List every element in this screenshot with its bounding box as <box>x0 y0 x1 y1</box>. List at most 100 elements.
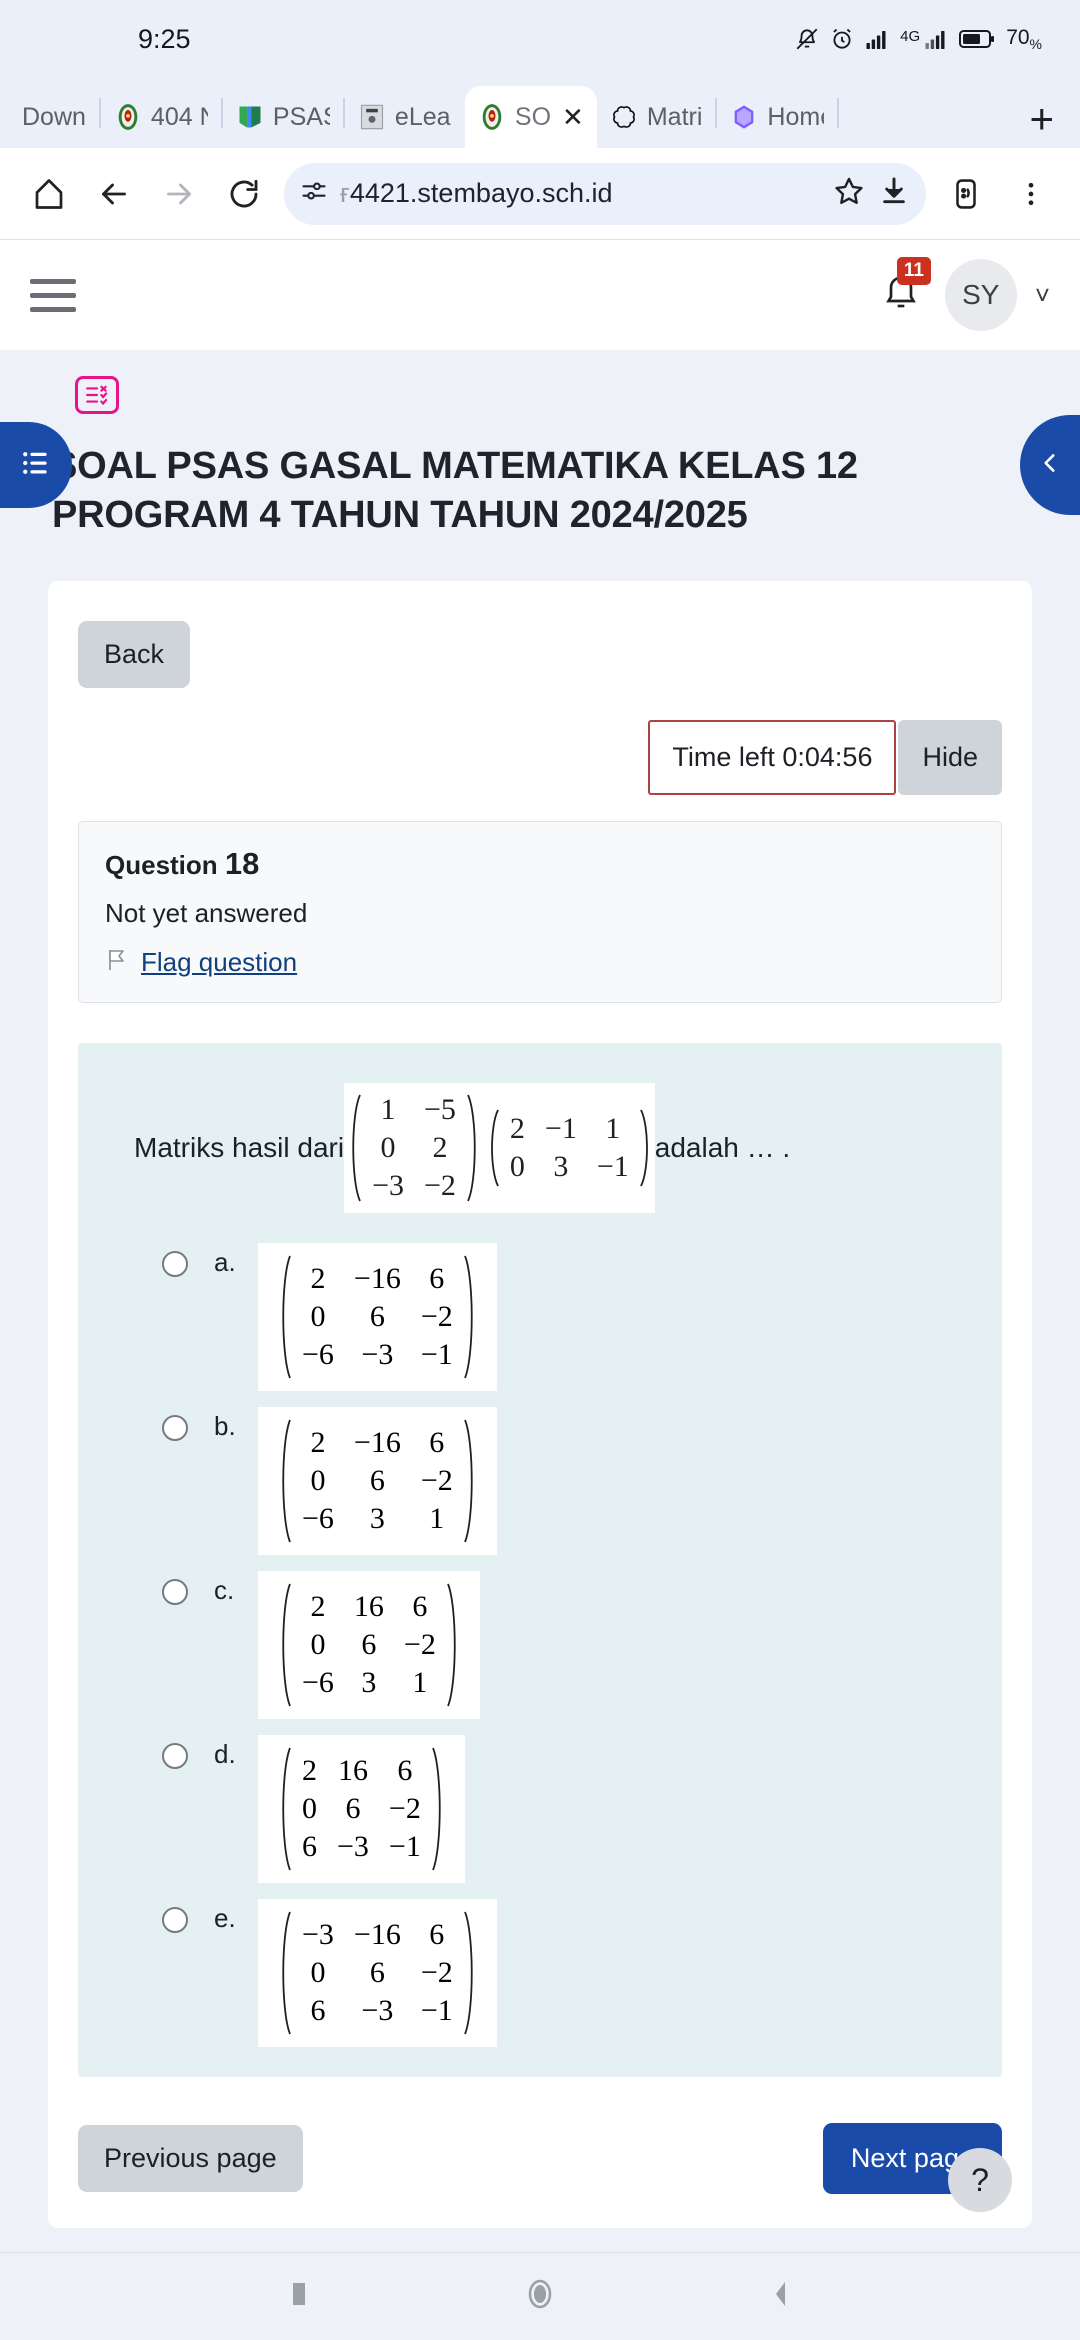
overflow-menu-icon[interactable] <box>1000 163 1062 225</box>
address-bar[interactable]: ғ4421.stembayo.sch.id <box>284 162 926 225</box>
option-letter: a. <box>214 1247 236 1278</box>
paren-right <box>463 1253 481 1381</box>
browser-tab-5[interactable]: Matri <box>597 86 716 148</box>
option-matrix: 2 −16 6 0 6 −2 −6 3 1 <box>258 1407 497 1556</box>
flag-question-row[interactable]: Flag question <box>105 947 975 978</box>
matrix-b: 2 −1 1 0 3 −1 <box>484 1108 655 1188</box>
new-tab-button[interactable]: + <box>1011 98 1076 148</box>
tab-label: 404 N <box>150 102 208 131</box>
close-tab-icon[interactable]: ✕ <box>560 104 584 130</box>
flag-question-link[interactable]: Flag question <box>141 947 297 978</box>
answer-option-b[interactable]: b. 2 −16 6 0 6 −2 −6 3 1 <box>100 1407 980 1556</box>
alarm-icon <box>829 26 855 52</box>
radio-button[interactable] <box>162 1251 188 1278</box>
bell-icon <box>881 276 921 317</box>
browser-tab-6[interactable]: Home <box>717 86 837 148</box>
matrix-cell: 0 <box>380 1131 396 1165</box>
browser-toolbar: ғ4421.stembayo.sch.id <box>0 148 1080 240</box>
option-letter: e. <box>214 1903 236 1934</box>
reader-mode-icon[interactable] <box>935 163 997 225</box>
school-crest-icon <box>478 103 506 131</box>
matrix-cell: 3 <box>553 1150 569 1184</box>
matrix-cell: 2 <box>310 1590 326 1624</box>
quiz-nav-row: Previous page Next page <box>78 2123 1002 2195</box>
answer-option-e[interactable]: e. −3 −16 6 0 6 −2 6 −3 −1 <box>100 1899 980 2048</box>
paren-left <box>484 1108 500 1188</box>
matrix-cell: 0 <box>310 1628 326 1662</box>
previous-page-button[interactable]: Previous page <box>78 2125 303 2193</box>
matrix-cell: 2 <box>432 1131 448 1165</box>
triangle-back-icon[interactable] <box>768 2277 794 2316</box>
nav-drawer-toggle-icon[interactable] <box>30 278 76 312</box>
matrix-cell: −3 <box>361 1994 394 2028</box>
status-clock: 9:25 <box>138 23 191 54</box>
back-icon[interactable] <box>83 163 145 225</box>
bookmark-star-icon[interactable] <box>832 174 866 213</box>
browser-tab-strip[interactable]: Down 404 N PSAS eLear SO <box>0 78 1080 148</box>
browser-tab-3[interactable]: eLear <box>345 86 465 148</box>
reload-icon[interactable] <box>213 163 275 225</box>
page-title: SOAL PSAS GASAL MATEMATIKA KELAS 12 PROG… <box>52 445 858 536</box>
matrix-grid: 2 16 6 0 6 −2 −6 3 1 <box>292 1588 446 1702</box>
radio-button[interactable] <box>162 1415 188 1442</box>
help-button[interactable]: ? <box>948 2148 1012 2212</box>
elearning-icon <box>358 103 386 131</box>
home-icon[interactable] <box>18 163 80 225</box>
matrix-cell: −1 <box>420 1338 453 1372</box>
browser-tab-1[interactable]: 404 N <box>101 86 221 148</box>
matrix-cell: 1 <box>380 1093 396 1127</box>
matrix-cell: −2 <box>420 1300 453 1334</box>
option-matrix: 2 16 6 0 6 −2 −6 3 1 <box>258 1571 480 1720</box>
tab-label: PSAS <box>272 102 330 131</box>
paren-left <box>274 1581 292 1709</box>
matrix-cell: −5 <box>423 1093 456 1127</box>
matrix-cell: 6 <box>412 1590 428 1624</box>
navbar-right-cluster: 11 SY ˅ <box>881 257 1050 331</box>
matrix-a: 1 −5 0 2 −3 −2 <box>344 1091 484 1205</box>
matrix-cell: 6 <box>345 1792 361 1826</box>
radio-button[interactable] <box>162 1743 188 1770</box>
quiz-timer-row: Time left 0:04:56 Hide <box>78 720 1002 796</box>
browser-tab-4-active[interactable]: SO ✕ <box>464 86 597 148</box>
browser-tab-0[interactable]: Down <box>4 86 99 148</box>
matrix-cell: 0 <box>509 1150 525 1184</box>
paren-right <box>639 1108 655 1188</box>
matrix-cell: 1 <box>429 1502 445 1536</box>
chevron-down-icon[interactable]: ˅ <box>1035 280 1050 311</box>
forward-icon[interactable] <box>148 163 210 225</box>
option-matrix: 2 −16 6 0 6 −2 −6 −3 −1 <box>258 1243 497 1392</box>
mute-icon <box>794 26 820 52</box>
answer-option-a[interactable]: a. 2 −16 6 0 6 −2 −6 −3 −1 <box>100 1243 980 1392</box>
square-icon[interactable] <box>286 2277 312 2316</box>
notification-count-badge: 11 <box>896 257 931 285</box>
battery-icon <box>959 28 995 50</box>
paren-left <box>344 1093 362 1203</box>
browser-tab-2[interactable]: PSAS <box>223 86 343 148</box>
download-icon[interactable] <box>878 175 910 212</box>
site-settings-icon[interactable] <box>300 177 328 210</box>
radio-button[interactable] <box>162 1579 188 1606</box>
moodle-navbar: 11 SY ˅ <box>0 240 1080 350</box>
circle-icon[interactable] <box>524 2275 556 2318</box>
matrix-cell: −2 <box>420 1464 453 1498</box>
matrix: 2 16 6 0 6 −2 6 −3 −1 <box>274 1745 449 1873</box>
matrix-cell: 6 <box>310 1994 326 2028</box>
answer-option-c[interactable]: c. 2 16 6 0 6 −2 −6 3 1 <box>100 1571 980 1720</box>
matrix-cell: −3 <box>361 1338 394 1372</box>
matrix-cell: 6 <box>369 1956 385 1990</box>
matrix-cell: 2 <box>310 1426 326 1460</box>
matrix-cell: 6 <box>302 1830 317 1864</box>
paren-right <box>431 1745 449 1873</box>
hide-timer-button[interactable]: Hide <box>898 720 1002 796</box>
paren-right <box>463 1909 481 2037</box>
avatar[interactable]: SY <box>944 259 1017 331</box>
matrix-b-grid: 2 −1 1 0 3 −1 <box>500 1110 639 1186</box>
answer-option-d[interactable]: d. 2 16 6 0 6 −2 6 −3 −1 <box>100 1735 980 1884</box>
book-icon <box>236 103 264 131</box>
signal-bars-secondary-icon <box>923 27 950 51</box>
back-button[interactable]: Back <box>78 621 191 689</box>
prompt-text-after: adalah … . <box>654 1132 791 1164</box>
matrix-cell: 6 <box>397 1754 413 1788</box>
notifications-button[interactable]: 11 <box>881 257 931 321</box>
radio-button[interactable] <box>162 1907 188 1934</box>
